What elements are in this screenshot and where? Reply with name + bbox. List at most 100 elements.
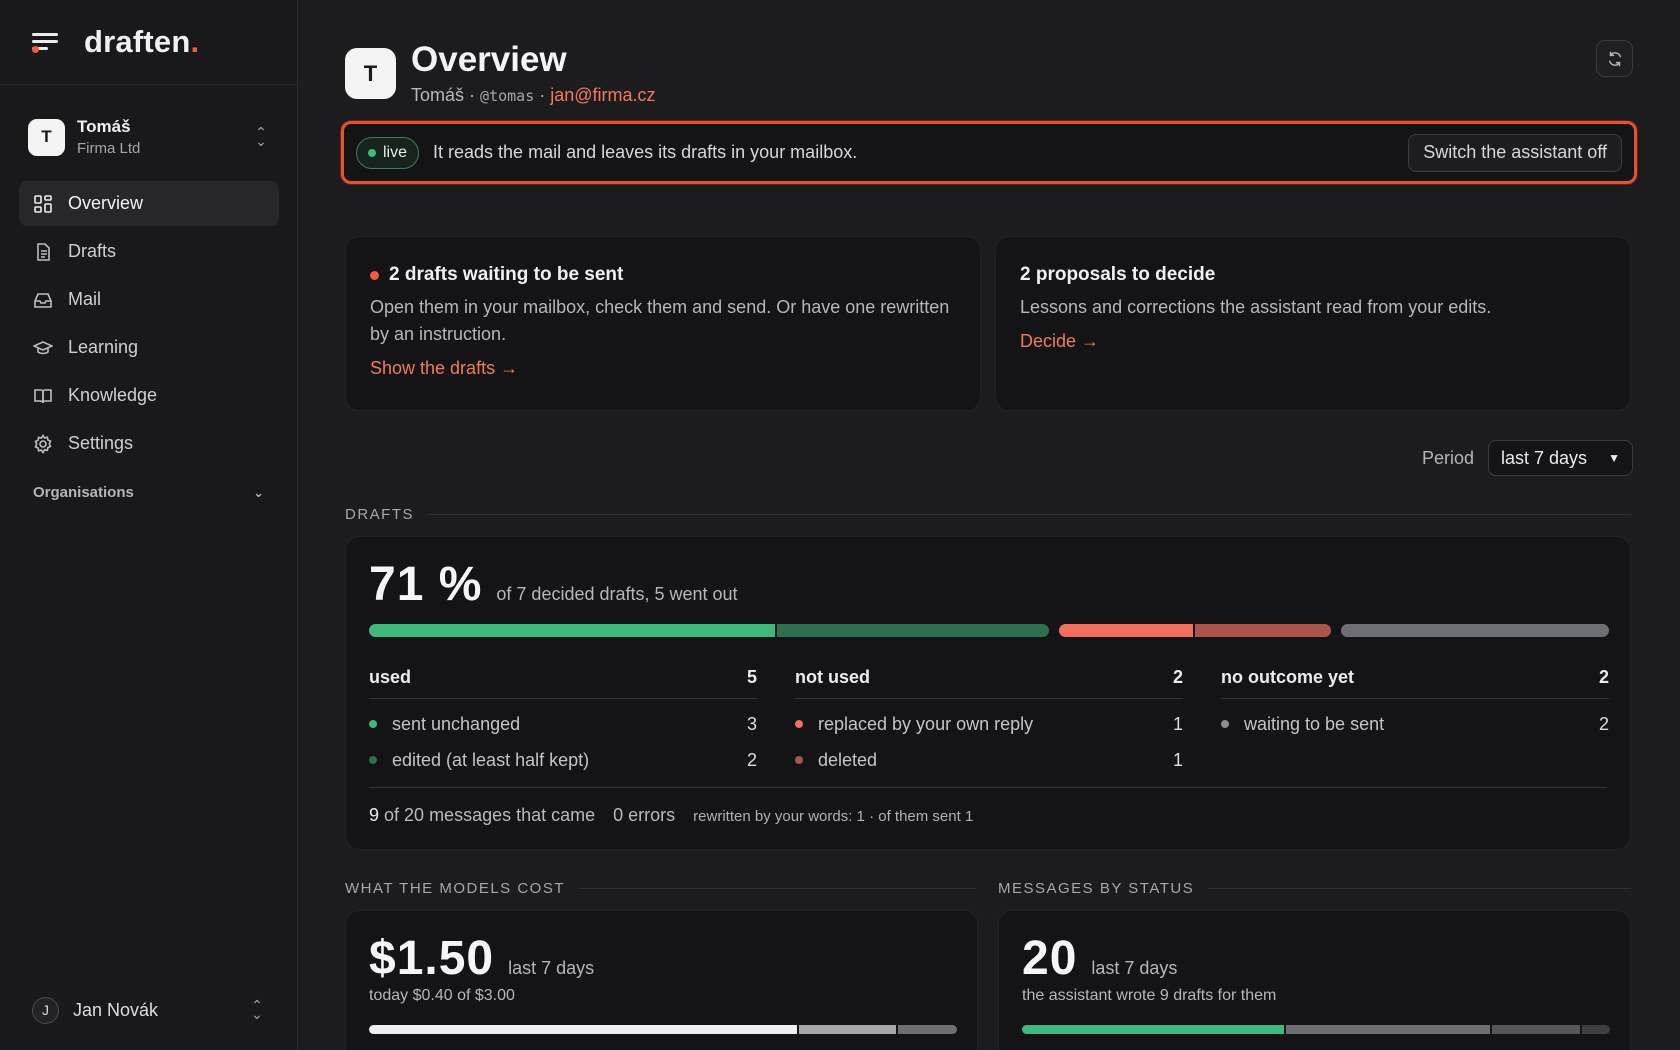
list-item: edited (at least half kept) 2 [369, 749, 757, 771]
rewritten-stats: rewritten by your words: 1 · of them sen… [693, 808, 974, 825]
bar-segment-deleted [1195, 624, 1331, 637]
org-company: Firma Ltd [77, 140, 141, 157]
sidebar-item-learning[interactable]: Learning [19, 325, 279, 370]
assistant-status-banner: live It reads the mail and leaves its dr… [341, 121, 1637, 184]
no-outcome-header: no outcome yet 2 [1221, 667, 1609, 699]
sidebar-item-drafts[interactable]: Drafts [19, 229, 279, 274]
status-badge: live [356, 136, 420, 169]
list-item: waiting to be sent 2 [1221, 713, 1609, 735]
account-email-link[interactable]: jan@firma.cz [550, 85, 655, 105]
drafts-section-label: DRAFTS [345, 506, 1631, 523]
period-label: Period [1421, 447, 1474, 468]
drafts-percent: 71 % [369, 558, 483, 611]
cost-period: last 7 days [508, 958, 595, 978]
sidebar-item-settings[interactable]: Settings [19, 421, 279, 466]
proposals-text: Lessons and corrections the assistant re… [1020, 297, 1492, 317]
user-name: Jan Novák [73, 999, 159, 1020]
cost-today: today $0.40 of $3.00 [369, 987, 515, 1004]
page-title: Overview [411, 40, 567, 79]
sidebar-item-label: Settings [68, 433, 134, 453]
sidebar-item-label: Mail [68, 289, 102, 309]
period-filter: Period last 7 days ▼ [1422, 440, 1633, 476]
sidebar-nav: Overview Drafts Mail Learning Knowledge … [19, 181, 279, 469]
used-column: used 5 sent unchanged 3 edited (at least h… [369, 667, 757, 771]
messages-note: the assistant wrote 9 drafts for them [1022, 987, 1277, 1004]
cost-card: $1.50 last 7 days today $0.40 of $3.00 [345, 910, 978, 1050]
brand-logo[interactable]: draften. [84, 24, 199, 60]
period-select[interactable]: last 7 days ▼ [1488, 440, 1633, 476]
sidebar-item-mail[interactable]: Mail [19, 277, 279, 322]
inbox-icon [34, 292, 52, 308]
organisations-label: Organisations [33, 484, 134, 501]
chevron-down-icon: ⌄ [253, 484, 264, 500]
graduation-cap-icon [33, 340, 53, 354]
cost-section-label: WHAT THE MODELS COST [345, 880, 976, 897]
avatar: J [32, 996, 59, 1024]
chevron-down-icon: ▼ [1608, 451, 1620, 465]
book-icon [34, 388, 52, 403]
bar-segment-drafted [1022, 1025, 1284, 1034]
bar-segment-status-3 [1492, 1025, 1580, 1034]
proposals-title: 2 proposals to decide [1020, 264, 1216, 285]
account-handle: @tomas [480, 87, 535, 105]
refresh-button[interactable] [1596, 40, 1633, 77]
sidebar-item-label: Drafts [68, 241, 117, 261]
status-bar [1022, 1025, 1610, 1034]
bar-segment-remaining [898, 1025, 957, 1034]
no-outcome-column: no outcome yet 2 waiting to be sent 2 [1221, 667, 1609, 735]
org-avatar: T [28, 118, 65, 156]
not-used-header: not used 2 [795, 667, 1183, 699]
list-item: sent unchanged 3 [369, 713, 757, 735]
messages-count: 9 of 20 messages that came [369, 805, 596, 825]
bar-segment-sent-unchanged [369, 624, 775, 637]
bar-segment-status-2 [1286, 1025, 1490, 1034]
sidebar-item-label: Knowledge [68, 385, 158, 405]
grid-icon [34, 194, 52, 213]
user-menu[interactable]: J Jan Novák ⌃ ⌄ [32, 992, 265, 1028]
bar-segment-status-4 [1582, 1025, 1610, 1034]
cost-value: $1.50 [369, 932, 495, 985]
not-used-column: not used 2 replaced by your own reply 1 de… [795, 667, 1183, 771]
bar-segment-waiting [1341, 624, 1609, 637]
drafts-stats-card: 71 % of 7 decided drafts, 5 went out use… [345, 536, 1631, 850]
decide-link[interactable]: Decide → [1020, 331, 1099, 352]
status-section-label: MESSAGES BY STATUS [998, 880, 1631, 897]
account-subline: Tomáš · @tomas · jan@firma.cz [411, 85, 656, 105]
main-content: T Overview Tomáš · @tomas · jan@firma.cz… [298, 0, 1680, 1050]
messages-period: last 7 days [1091, 958, 1178, 978]
sidebar-item-overview[interactable]: Overview [19, 181, 279, 226]
organisations-toggle[interactable]: Organisations ⌄ [33, 484, 264, 501]
chevron-updown-icon: ⌃ ⌄ [251, 997, 263, 1022]
bar-segment-edited [777, 624, 1049, 637]
bar-segment-other [799, 1025, 896, 1034]
brand-bar: draften. [0, 0, 297, 85]
drafts-footer: 9 of 20 messages that came 0 errors rewr… [369, 787, 1607, 826]
bar-segment-today [369, 1025, 797, 1034]
status-description: It reads the mail and leaves its drafts … [433, 142, 858, 162]
sidebar: draften. T Tomáš Firma Ltd ⌃ ⌄ Overview D… [0, 0, 298, 1050]
menu-icon[interactable] [32, 31, 60, 53]
errors-count: 0 errors [613, 805, 676, 825]
used-header: used 5 [369, 667, 757, 699]
document-icon [37, 242, 50, 261]
chevron-updown-icon: ⌃ ⌄ [255, 124, 267, 149]
switch-assistant-off-button[interactable]: Switch the assistant off [1408, 133, 1622, 172]
sidebar-item-knowledge[interactable]: Knowledge [19, 373, 279, 418]
show-drafts-link[interactable]: Show the drafts → [370, 358, 518, 379]
org-switcher[interactable]: T Tomáš Firma Ltd ⌃ ⌄ [28, 113, 269, 161]
bar-segment-replaced [1059, 624, 1193, 637]
list-item: deleted 1 [795, 749, 1183, 771]
drafts-outcome-bar [369, 624, 1609, 637]
page-header: T Overview Tomáš · @tomas · jan@firma.cz [345, 40, 1633, 110]
drafts-waiting-title: 2 drafts waiting to be sent [370, 264, 956, 286]
messages-value: 20 [1022, 932, 1078, 985]
drafts-waiting-text: Open them in your mailbox, check them an… [370, 297, 950, 344]
gear-icon [34, 433, 52, 454]
sidebar-item-label: Learning [68, 337, 139, 357]
refresh-icon [1608, 51, 1621, 66]
drafts-percent-note: of 7 decided drafts, 5 went out [496, 584, 738, 604]
account-name: Tomáš [411, 85, 465, 105]
drafts-waiting-card: 2 drafts waiting to be sent Open them in… [345, 236, 981, 411]
org-user-name: Tomáš [77, 117, 131, 136]
account-avatar: T [345, 48, 396, 99]
